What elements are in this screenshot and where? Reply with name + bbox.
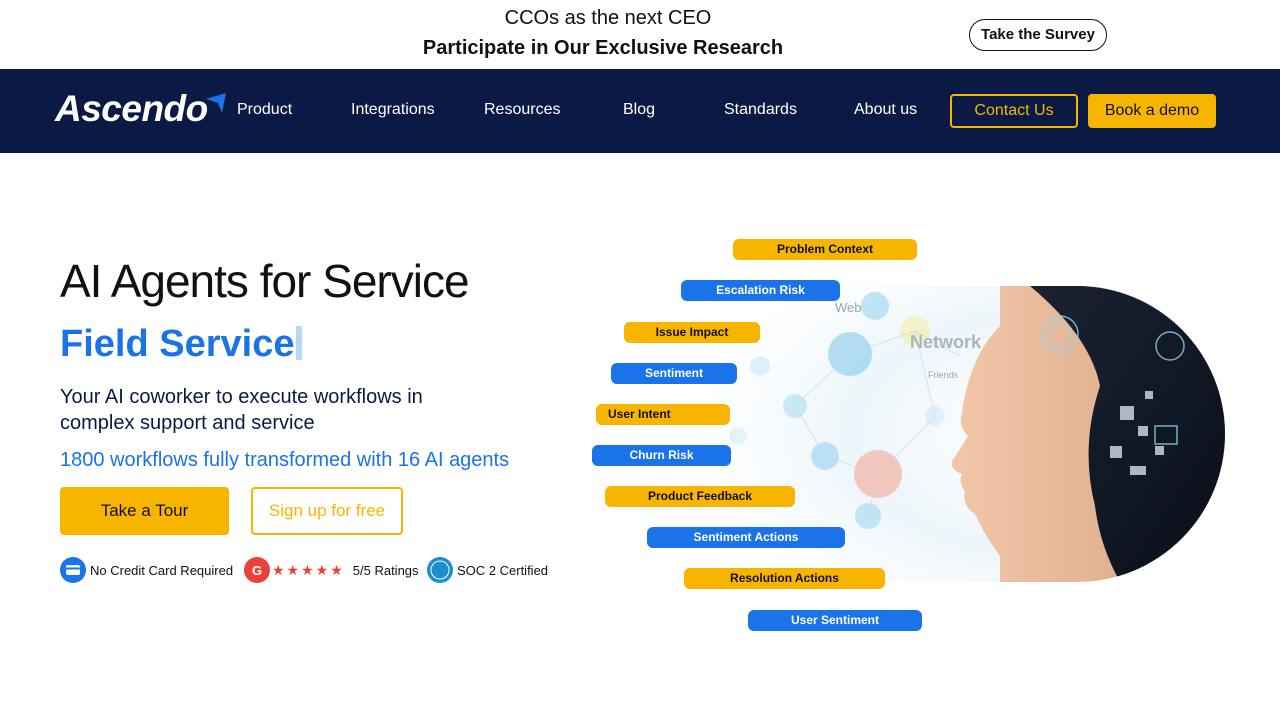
no-credit-card-badge: No Credit Card Required xyxy=(60,556,233,584)
tag-escalation-risk: Escalation Risk xyxy=(681,280,840,301)
soc2-badge: SOC 2 Certified xyxy=(427,556,548,584)
network-word-network: Network xyxy=(910,332,982,352)
g2-icon: G xyxy=(244,557,270,583)
tag-sentiment-actions: Sentiment Actions xyxy=(647,527,845,548)
take-tour-button[interactable]: Take a Tour xyxy=(60,487,229,535)
g2-rating-badge: G ★★★★★ 5/5 Ratings xyxy=(244,556,419,584)
tag-user-sentiment: User Sentiment xyxy=(748,610,922,631)
hero-subtitle: Your AI coworker to execute workflows in… xyxy=(60,386,423,434)
logo-text: Ascendo xyxy=(55,88,208,129)
nav-standards[interactable]: Standards xyxy=(724,101,797,119)
no-credit-card-label: No Credit Card Required xyxy=(90,562,234,578)
credit-card-icon xyxy=(60,557,86,583)
announcement-bar: CCOs as the next CEO Participate in Our … xyxy=(0,0,1280,69)
svg-text:G: G xyxy=(252,563,262,578)
tag-issue-impact: Issue Impact xyxy=(624,322,760,343)
book-demo-button[interactable]: Book a demo xyxy=(1088,94,1216,128)
network-word-friends: Friends xyxy=(928,370,959,380)
nav-product[interactable]: Product xyxy=(237,101,292,119)
rotating-text-value: Field Service xyxy=(60,323,295,365)
tag-problem-context: Problem Context xyxy=(733,239,917,260)
tag-resolution-actions: Resolution Actions xyxy=(684,568,885,589)
nav-about-us[interactable]: About us xyxy=(854,101,917,119)
aicpa-soc-icon xyxy=(427,557,453,583)
tag-churn-risk: Churn Risk xyxy=(592,445,731,466)
hero-rotating-text: Field Service xyxy=(60,323,303,366)
tag-product-feedback: Product Feedback xyxy=(605,486,795,507)
sign-up-button[interactable]: Sign up for free xyxy=(251,487,403,535)
ratings-label: 5/5 Ratings xyxy=(352,562,419,578)
five-stars-icon: ★★★★★ xyxy=(272,561,345,578)
nav-resources[interactable]: Resources xyxy=(484,101,560,119)
hero-stat: 1800 workflows fully transformed with 16… xyxy=(60,449,510,471)
contact-us-button[interactable]: Contact Us xyxy=(950,94,1078,128)
main-nav: Ascendo Product Integrations Resources B… xyxy=(0,69,1280,153)
ascendo-logo[interactable]: Ascendo xyxy=(55,88,228,129)
logo-mark-icon xyxy=(205,93,226,113)
take-survey-button[interactable]: Take the Survey xyxy=(969,19,1107,51)
nav-blog[interactable]: Blog xyxy=(623,101,655,119)
tag-sentiment: Sentiment xyxy=(611,363,737,384)
tag-user-intent: User Intent xyxy=(596,404,730,425)
typing-caret xyxy=(296,326,303,360)
network-word-web: Web xyxy=(835,300,862,315)
hero-title: AI Agents for Service xyxy=(60,255,470,307)
soc2-label: SOC 2 Certified xyxy=(457,562,549,578)
nav-integrations[interactable]: Integrations xyxy=(351,101,435,119)
